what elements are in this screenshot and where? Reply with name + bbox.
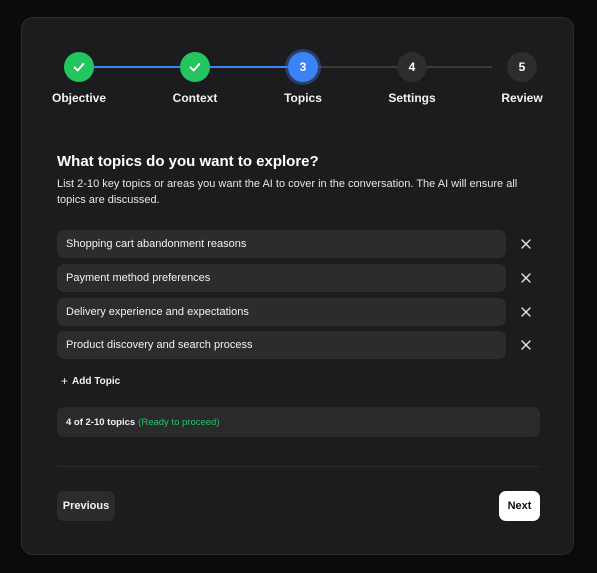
step-label-settings: Settings (388, 91, 436, 105)
plus-icon: + (61, 374, 69, 388)
previous-button[interactable]: Previous (57, 491, 115, 521)
remove-topic-button-4[interactable] (517, 336, 535, 354)
topic-row (57, 230, 541, 258)
step-review[interactable]: 5 Review (482, 52, 562, 105)
progress-stepper: Objective Context 3 Topics 4 Settings 5 … (22, 18, 575, 118)
wizard-card: Objective Context 3 Topics 4 Settings 5 … (21, 17, 574, 555)
step-label-objective: Objective (51, 91, 107, 105)
step-label-review: Review (501, 91, 543, 105)
topic-input-4[interactable] (57, 331, 506, 359)
topic-count-status: 4 of 2-10 topics (Ready to proceed) (57, 407, 540, 437)
step-circle-settings: 4 (397, 52, 427, 82)
topic-input-2[interactable] (57, 264, 506, 292)
remove-topic-button-3[interactable] (517, 303, 535, 321)
close-icon (521, 307, 531, 317)
step-circle-context (180, 52, 210, 82)
step-context[interactable]: Context (155, 52, 235, 105)
page-title: What topics do you want to explore? (57, 153, 319, 170)
footer-divider (57, 466, 540, 467)
step-topics[interactable]: 3 Topics (263, 52, 343, 105)
add-topic-button[interactable]: + Add Topic (61, 372, 120, 390)
step-label-topics: Topics (284, 91, 322, 105)
next-button[interactable]: Next (499, 491, 540, 521)
remove-topic-button-1[interactable] (517, 235, 535, 253)
topic-row (57, 264, 541, 292)
step-label-context: Context (172, 91, 218, 105)
step-circle-objective (64, 52, 94, 82)
step-circle-topics: 3 (288, 52, 318, 82)
page-description: List 2-10 key topics or areas you want t… (57, 178, 518, 206)
check-icon (189, 62, 201, 72)
add-topic-label: Add Topic (72, 375, 121, 387)
close-icon (521, 239, 531, 249)
topic-row (57, 298, 541, 326)
remove-topic-button-2[interactable] (517, 269, 535, 287)
topic-row (57, 331, 541, 359)
topic-input-3[interactable] (57, 298, 506, 326)
topic-count-text: 4 of 2-10 topics (66, 416, 136, 428)
close-icon (521, 273, 531, 283)
step-objective[interactable]: Objective (39, 52, 119, 105)
step-settings[interactable]: 4 Settings (372, 52, 452, 105)
topic-input-1[interactable] (57, 230, 506, 258)
close-icon (521, 340, 531, 350)
step-circle-review: 5 (507, 52, 537, 82)
ready-status-text: (Ready to proceed) (138, 416, 220, 428)
check-icon (73, 62, 85, 72)
